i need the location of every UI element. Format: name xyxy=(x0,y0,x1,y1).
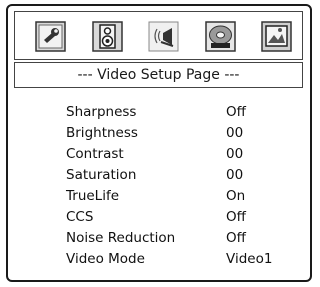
setting-row-contrast[interactable]: Contrast 00 xyxy=(14,144,303,165)
picture-icon xyxy=(261,21,292,52)
page-title: --- Video Setup Page --- xyxy=(14,62,303,88)
setting-value[interactable]: Off xyxy=(226,207,246,228)
setting-label: Saturation xyxy=(66,167,137,183)
setting-row-video-mode[interactable]: Video Mode Video1 xyxy=(14,249,303,270)
speaker-icon xyxy=(92,21,123,52)
setting-value[interactable]: 00 xyxy=(226,165,243,186)
setup-tab-bar xyxy=(14,11,303,60)
tab-audio-setup[interactable] xyxy=(148,21,179,52)
setting-value[interactable]: On xyxy=(226,186,245,207)
setting-label: TrueLife xyxy=(66,188,120,204)
settings-list: Sharpness Off Brightness 00 Contrast 00 … xyxy=(14,95,303,277)
tab-preference[interactable] xyxy=(261,21,292,52)
tab-video-setup[interactable] xyxy=(205,21,236,52)
setting-row-sharpness[interactable]: Sharpness Off xyxy=(14,102,303,123)
setting-row-ccs[interactable]: CCS Off xyxy=(14,207,303,228)
setting-value[interactable]: Off xyxy=(226,102,246,123)
setting-label: Sharpness xyxy=(66,104,137,120)
setting-value[interactable]: Off xyxy=(226,228,246,249)
setting-label: Brightness xyxy=(66,125,138,141)
setting-value[interactable]: Video1 xyxy=(226,249,272,270)
tab-speaker-setup[interactable] xyxy=(92,21,123,52)
setting-label: Noise Reduction xyxy=(66,230,176,246)
tab-general-setup[interactable] xyxy=(35,21,66,52)
setting-row-saturation[interactable]: Saturation 00 xyxy=(14,165,303,186)
sound-icon xyxy=(148,21,179,52)
setting-row-truelife[interactable]: TrueLife On xyxy=(14,186,303,207)
wrench-icon xyxy=(35,21,66,52)
setting-label: Contrast xyxy=(66,146,124,162)
setting-label: CCS xyxy=(66,209,94,225)
setting-value[interactable]: 00 xyxy=(226,144,243,165)
setting-label: Video Mode xyxy=(66,251,145,267)
setting-value[interactable]: 00 xyxy=(226,123,243,144)
setting-row-noise-reduction[interactable]: Noise Reduction Off xyxy=(14,228,303,249)
video-disc-icon xyxy=(205,21,236,52)
setting-row-brightness[interactable]: Brightness 00 xyxy=(14,123,303,144)
